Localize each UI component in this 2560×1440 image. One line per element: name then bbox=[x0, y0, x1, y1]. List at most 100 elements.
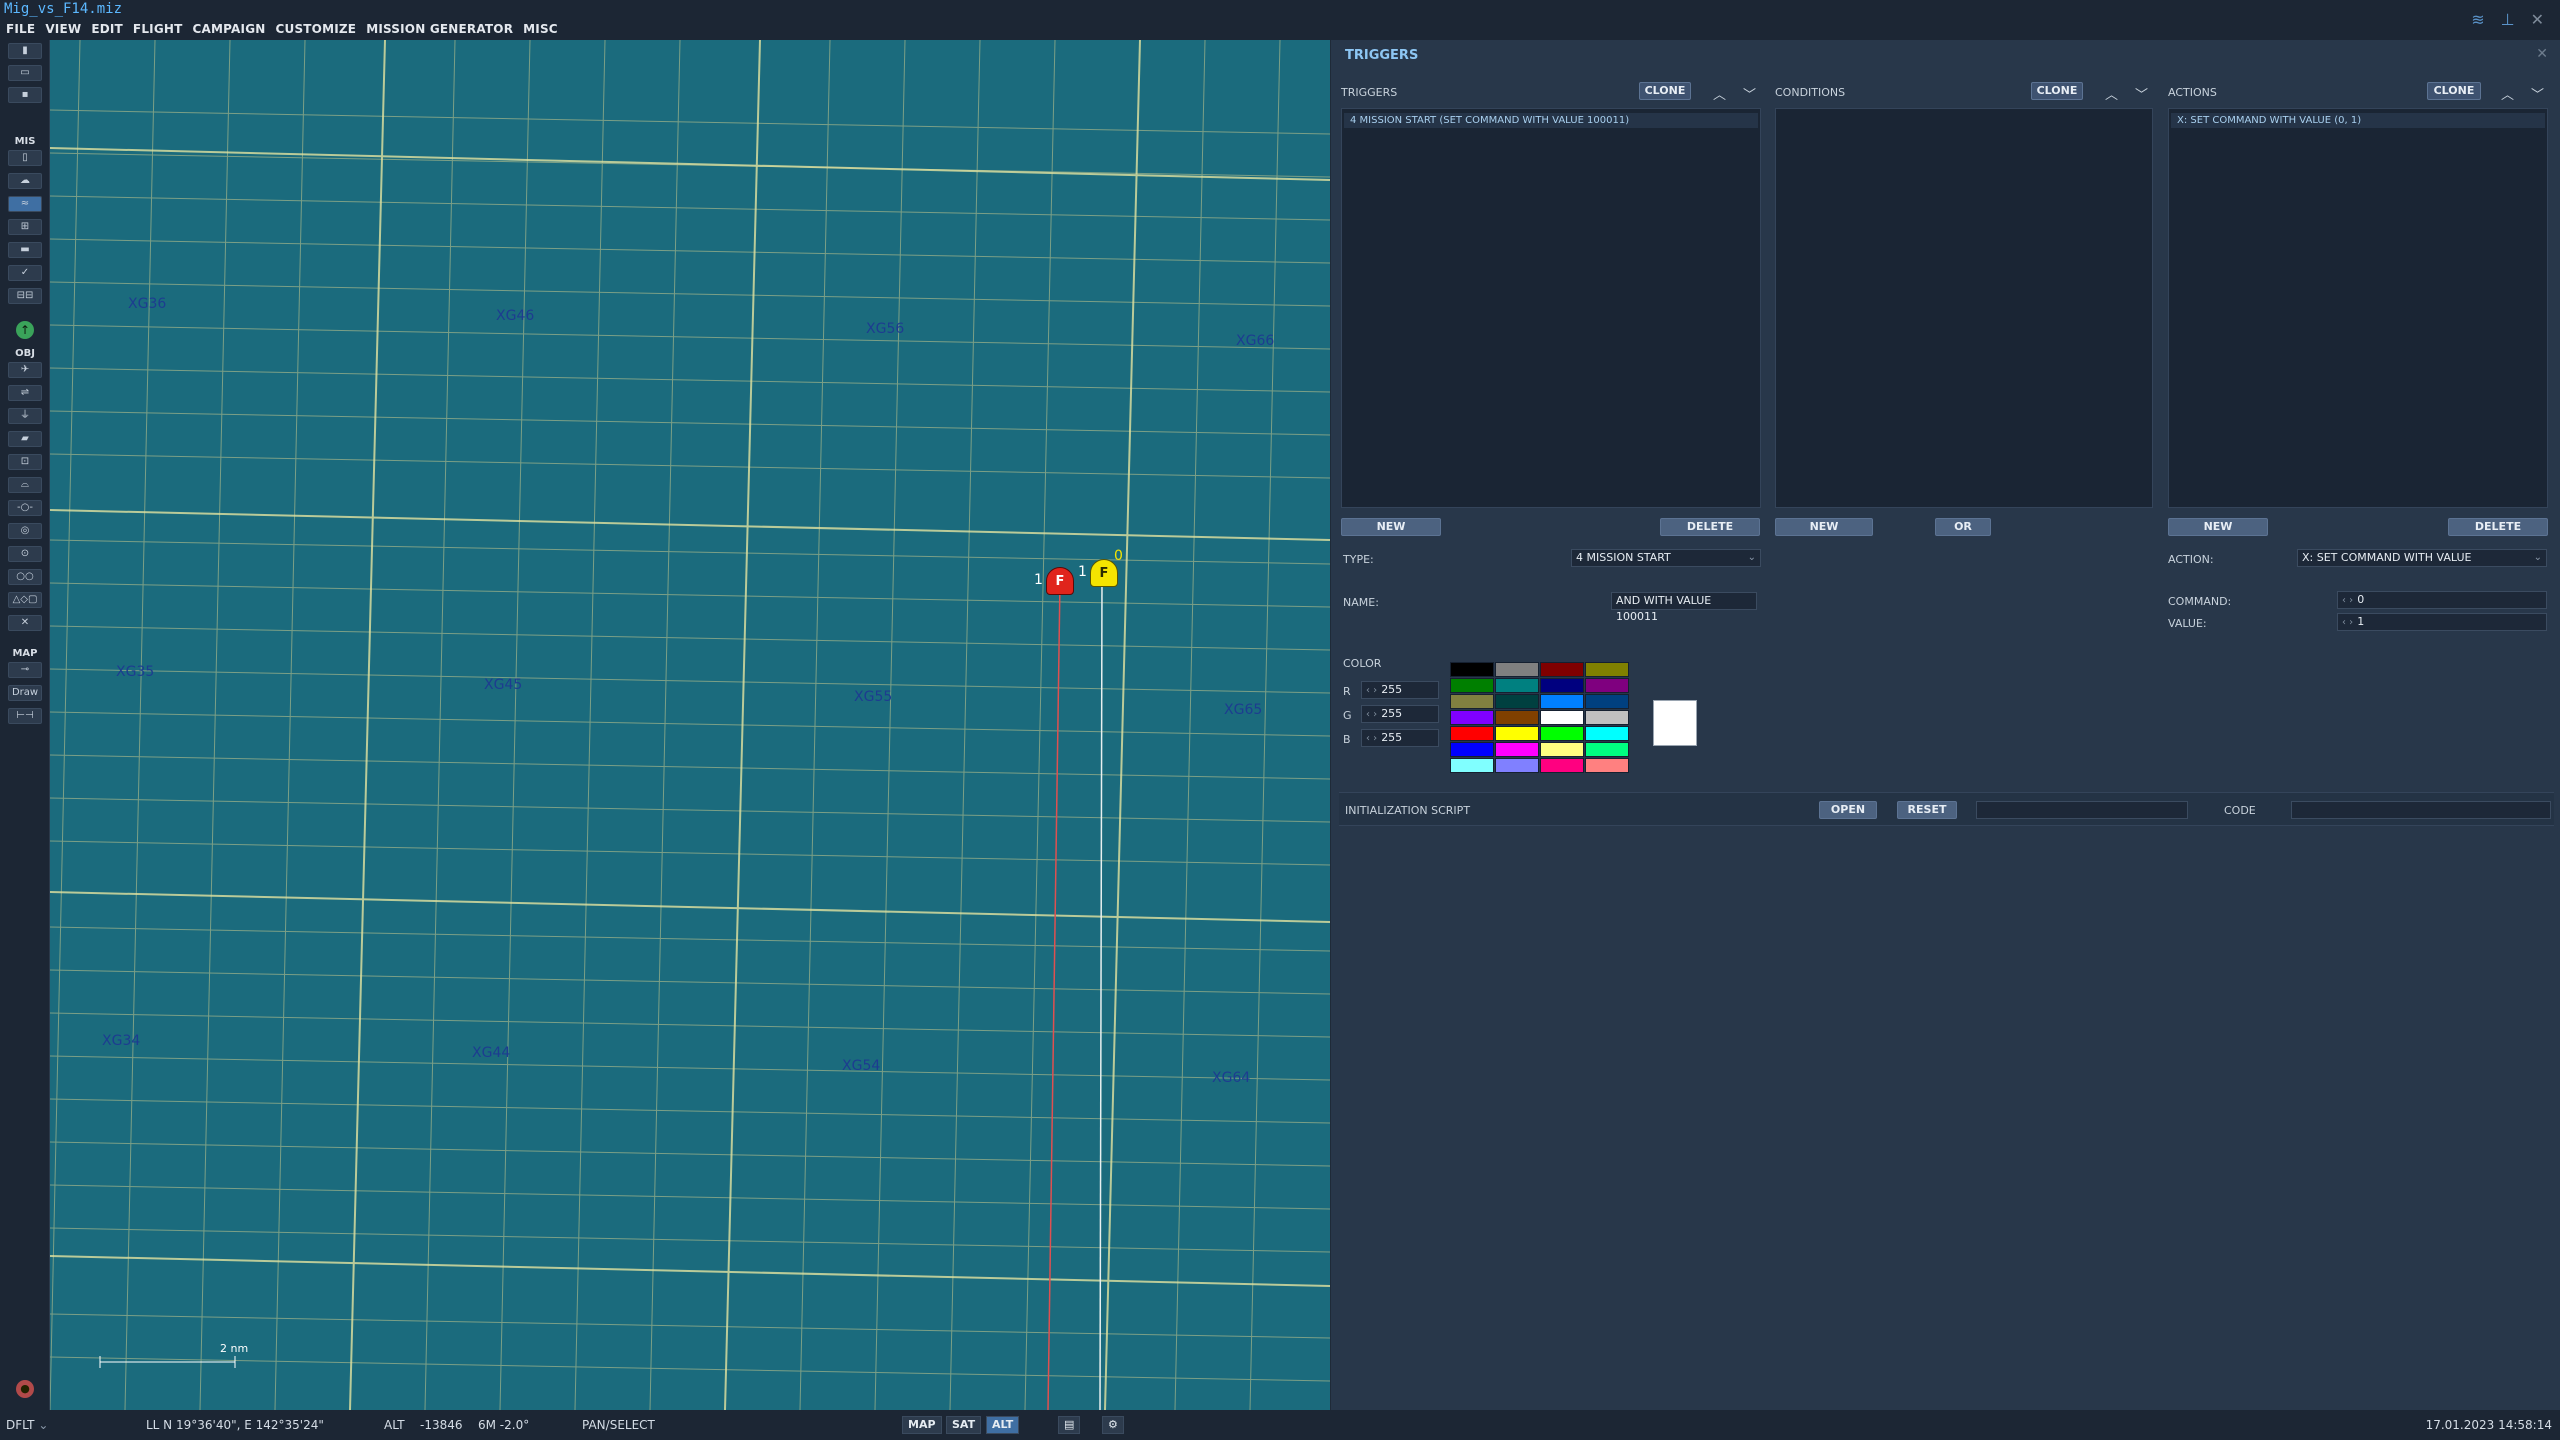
conditions-clone-button[interactable]: CLONE bbox=[2031, 82, 2083, 100]
add-group-icon[interactable]: ○○ bbox=[8, 569, 42, 585]
command-spinner[interactable]: ‹ › 0 bbox=[2337, 591, 2547, 609]
triggers-clone-button[interactable]: CLONE bbox=[1639, 82, 1691, 100]
add-ship-icon[interactable]: ⏚ bbox=[8, 408, 42, 424]
menu-customize[interactable]: CUSTOMIZE bbox=[276, 22, 357, 36]
layer-select[interactable]: DFLT ⌄ bbox=[6, 1418, 48, 1432]
red-fighter-unit[interactable]: F bbox=[1046, 567, 1074, 595]
open-file-icon[interactable]: ▭ bbox=[8, 65, 42, 81]
color-swatch[interactable] bbox=[1495, 694, 1539, 709]
color-swatch[interactable] bbox=[1585, 758, 1629, 773]
save-file-icon[interactable]: ▪ bbox=[8, 87, 42, 103]
color-swatch[interactable] bbox=[1585, 694, 1629, 709]
conditions-list[interactable] bbox=[1775, 108, 2153, 508]
move-down-icon[interactable]: ﹀ bbox=[2135, 84, 2148, 103]
stepper-icon[interactable]: ‹ › bbox=[2342, 617, 2353, 628]
color-swatch[interactable] bbox=[1450, 678, 1494, 693]
goals-icon[interactable]: ⊞ bbox=[8, 219, 42, 235]
color-swatch[interactable] bbox=[1540, 742, 1584, 757]
actions-new-button[interactable]: NEW bbox=[2168, 518, 2268, 536]
color-swatch[interactable] bbox=[1495, 710, 1539, 725]
menu-campaign[interactable]: CAMPAIGN bbox=[193, 22, 266, 36]
color-swatch[interactable] bbox=[1495, 758, 1539, 773]
menu-mission-generator[interactable]: MISSION GENERATOR bbox=[366, 22, 513, 36]
add-zone-icon[interactable]: ◎ bbox=[8, 523, 42, 539]
check-icon[interactable]: ✓ bbox=[8, 265, 42, 281]
add-helicopter-icon[interactable]: ⇌ bbox=[8, 385, 42, 401]
move-up-icon[interactable]: ︿ bbox=[1713, 84, 1726, 103]
conditions-new-button[interactable]: NEW bbox=[1775, 518, 1873, 536]
add-static-icon[interactable]: ⊡ bbox=[8, 454, 42, 470]
triggers-icon[interactable]: ≈ bbox=[8, 196, 42, 212]
stepper-icon[interactable]: ‹ › bbox=[2342, 595, 2353, 606]
type-select[interactable]: 4 MISSION START ⌄ bbox=[1571, 549, 1761, 567]
color-swatch[interactable] bbox=[1495, 678, 1539, 693]
alt-mode-button[interactable]: ALT bbox=[986, 1416, 1020, 1434]
shapes-icon[interactable]: △◇▢ bbox=[8, 592, 42, 608]
menu-misc[interactable]: MISC bbox=[523, 22, 558, 36]
color-swatch[interactable] bbox=[1585, 742, 1629, 757]
init-script-field[interactable] bbox=[1976, 801, 2188, 819]
menu-flight[interactable]: FLIGHT bbox=[133, 22, 183, 36]
conditions-or-button[interactable]: OR bbox=[1935, 518, 1991, 536]
stepper-icon[interactable]: ‹ › bbox=[1366, 709, 1377, 720]
move-down-icon[interactable]: ﹀ bbox=[1743, 84, 1756, 103]
b-spinner[interactable]: ‹ › 255 bbox=[1361, 729, 1439, 747]
map-canvas[interactable] bbox=[50, 40, 1330, 1410]
layers-icon[interactable]: ▤ bbox=[1058, 1416, 1081, 1434]
add-template-icon[interactable]: ⌓ bbox=[8, 477, 42, 493]
list-item[interactable]: X: SET COMMAND WITH VALUE (0, 1) bbox=[2171, 113, 2545, 128]
color-swatch[interactable] bbox=[1450, 726, 1494, 741]
key-icon[interactable]: ⊸ bbox=[8, 662, 42, 678]
color-swatch[interactable] bbox=[1585, 710, 1629, 725]
close-icon[interactable]: ✕ bbox=[2531, 10, 2544, 29]
color-swatch[interactable] bbox=[1450, 758, 1494, 773]
name-field[interactable]: AND WITH VALUE 100011 bbox=[1611, 592, 1757, 623]
init-reset-button[interactable]: RESET bbox=[1897, 801, 1957, 819]
actions-delete-button[interactable]: DELETE bbox=[2448, 518, 2548, 536]
stepper-icon[interactable]: ‹ › bbox=[1366, 685, 1377, 696]
move-up-icon[interactable]: ︿ bbox=[2501, 84, 2514, 103]
code-field[interactable] bbox=[2291, 801, 2551, 819]
color-swatch[interactable] bbox=[1450, 694, 1494, 709]
triggers-new-button[interactable]: NEW bbox=[1341, 518, 1441, 536]
menu-edit[interactable]: EDIT bbox=[91, 22, 123, 36]
delete-icon[interactable]: ✕ bbox=[8, 615, 42, 631]
add-plane-icon[interactable]: ✈ bbox=[8, 362, 42, 378]
up-arrow-icon[interactable]: ↑ bbox=[16, 321, 34, 339]
move-up-icon[interactable]: ︿ bbox=[2105, 84, 2118, 103]
triggers-list[interactable]: 4 MISSION START (SET COMMAND WITH VALUE … bbox=[1341, 108, 1761, 508]
new-file-icon[interactable]: ▮ bbox=[8, 43, 42, 59]
draw-button[interactable]: Draw bbox=[8, 685, 42, 701]
actions-clone-button[interactable]: CLONE bbox=[2427, 82, 2481, 100]
color-swatch[interactable] bbox=[1450, 662, 1494, 677]
stepper-icon[interactable]: ‹ › bbox=[1366, 733, 1377, 744]
color-swatch[interactable] bbox=[1540, 758, 1584, 773]
add-vehicle-icon[interactable]: ▰ bbox=[8, 431, 42, 447]
menu-file[interactable]: FILE bbox=[6, 22, 35, 36]
mission-briefing-icon[interactable]: ▯ bbox=[8, 150, 42, 166]
color-swatch[interactable] bbox=[1450, 742, 1494, 757]
color-swatch[interactable] bbox=[1540, 694, 1584, 709]
r-spinner[interactable]: ‹ › 255 bbox=[1361, 681, 1439, 699]
color-swatch[interactable] bbox=[1585, 662, 1629, 677]
color-swatch[interactable] bbox=[1540, 710, 1584, 725]
coalition-icon[interactable]: ⊟⊟ bbox=[8, 288, 42, 304]
add-waypoint-icon[interactable]: -○- bbox=[8, 500, 42, 516]
weather-icon[interactable]: ☁ bbox=[8, 173, 42, 189]
action-select[interactable]: X: SET COMMAND WITH VALUE ⌄ bbox=[2297, 549, 2547, 567]
color-swatch[interactable] bbox=[1495, 742, 1539, 757]
close-icon[interactable]: ✕ bbox=[2536, 46, 2548, 62]
init-open-button[interactable]: OPEN bbox=[1819, 801, 1877, 819]
ruler-icon[interactable]: ⊢⊣ bbox=[8, 708, 42, 724]
add-target-icon[interactable]: ⊙ bbox=[8, 546, 42, 562]
map-mode-button[interactable]: MAP bbox=[902, 1416, 942, 1434]
settings-icon[interactable]: ⚙ bbox=[1102, 1416, 1124, 1434]
menu-view[interactable]: VIEW bbox=[45, 22, 81, 36]
actions-list[interactable]: X: SET COMMAND WITH VALUE (0, 1) bbox=[2168, 108, 2548, 508]
color-swatch[interactable] bbox=[1585, 726, 1629, 741]
color-swatch[interactable] bbox=[1540, 662, 1584, 677]
resources-icon[interactable]: ▬ bbox=[8, 242, 42, 258]
triggers-delete-button[interactable]: DELETE bbox=[1660, 518, 1760, 536]
color-swatch[interactable] bbox=[1540, 726, 1584, 741]
g-spinner[interactable]: ‹ › 255 bbox=[1361, 705, 1439, 723]
